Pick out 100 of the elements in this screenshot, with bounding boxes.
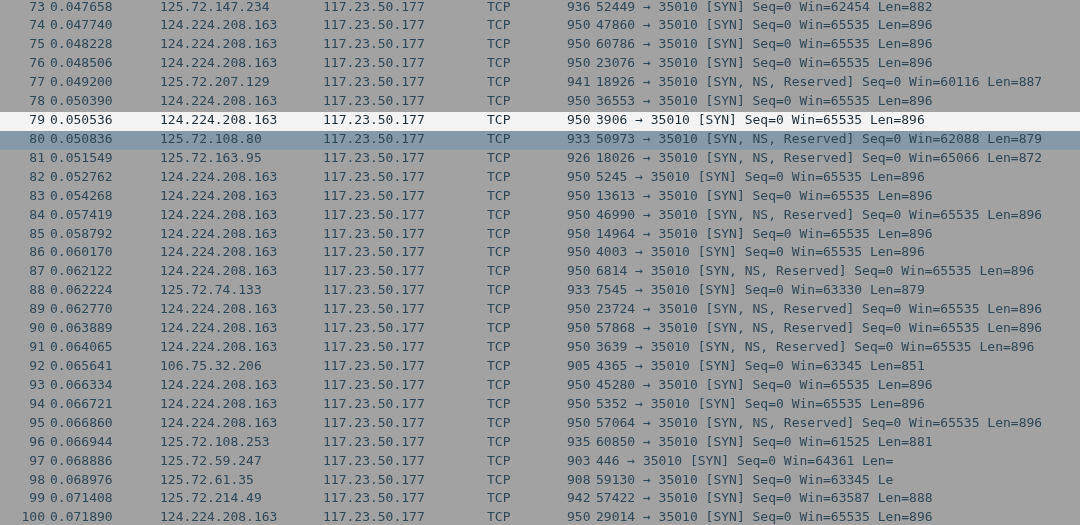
table-cell: 57064 → 35010 [SYN, NS, Reserved] Seq=0 Win=65535 Len=896 <box>596 414 1043 430</box>
table-row[interactable]: 87 0.062122 124.224.208.163 117.23.50.177 TCP 950 6814 → 35010 [SYN, NS, Reserved] Seq=0 Win=65535 Len=896 <box>0 263 1080 283</box>
table-cell: 125.72.59.247 <box>160 452 262 468</box>
table-cell: TCP <box>487 509 511 525</box>
table-cell: TCP <box>487 376 511 392</box>
table-cell: 0.068886 <box>50 452 113 468</box>
table-cell: 124.224.208.163 <box>160 509 278 525</box>
table-cell: 117.23.50.177 <box>323 244 425 260</box>
table-row[interactable]: 93 0.066334 124.224.208.163 117.23.50.177 TCP 950 45280 → 35010 [SYN] Seq=0 Win=65535 Len=896 <box>0 376 1080 396</box>
table-cell: TCP <box>487 0 511 14</box>
table-cell: TCP <box>487 490 511 506</box>
table-cell: 926 <box>567 149 591 165</box>
table-cell: 52449 → 35010 [SYN] Seq=0 Win=62454 Len=882 <box>596 0 933 14</box>
table-cell: 23076 → 35010 [SYN] Seq=0 Win=65535 Len=896 <box>596 55 933 71</box>
table-cell: 950 <box>567 93 591 109</box>
table-cell: 0.065641 <box>50 358 113 373</box>
table-cell: 95 <box>29 414 45 430</box>
table-cell: 124.224.208.163 <box>160 206 278 222</box>
table-row[interactable]: 97 0.068886 125.72.59.247 117.23.50.177 TCP 903 446 → 35010 [SYN] Seq=0 Win=64361 Len= <box>0 452 1080 472</box>
table-cell: TCP <box>487 36 511 52</box>
table-cell: 80 <box>29 130 45 146</box>
table-row[interactable]: 82 0.052762 124.224.208.163 117.23.50.177 TCP 950 5245 → 35010 [SYN] Seq=0 Win=65535 Len=896 <box>0 168 1080 188</box>
table-cell: 86 <box>29 244 45 260</box>
table-row[interactable]: 81 0.051549 125.72.163.95 117.23.50.177 TCP 926 18026 → 35010 [SYN, NS, Reserved] Seq=0 Win=65066 Len=872 <box>0 149 1080 169</box>
table-row[interactable]: 85 0.058792 124.224.208.163 117.23.50.177 TCP 950 14964 → 35010 [SYN] Seq=0 Win=65535 Len=896 <box>0 225 1080 245</box>
table-cell: 0.054268 <box>50 187 113 203</box>
table-row[interactable]: 86 0.060170 124.224.208.163 117.23.50.177 TCP 950 4003 → 35010 [SYN] Seq=0 Win=65535 Len=896 <box>0 244 1080 264</box>
table-row[interactable]: 83 0.054268 124.224.208.163 117.23.50.177 TCP 950 13613 → 35010 [SYN] Seq=0 Win=65535 Len=896 <box>0 187 1080 207</box>
table-cell: 79 <box>29 112 45 128</box>
table-cell: 3639 → 35010 [SYN, NS, Reserved] Seq=0 Win=65535 Len=896 <box>596 339 1035 355</box>
table-cell: 14964 → 35010 [SYN] Seq=0 Win=65535 Len=896 <box>596 225 933 241</box>
table-row[interactable]: 88 0.062224 125.72.74.133 117.23.50.177 TCP 933 7545 → 35010 [SYN] Seq=0 Win=63330 Len=879 <box>0 282 1080 302</box>
table-cell: 950 <box>567 376 591 392</box>
table-row[interactable]: 89 0.062770 124.224.208.163 117.23.50.177 TCP 950 23724 → 35010 [SYN, NS, Reserved] Seq=0 Win=65535 Len=896 <box>0 301 1080 321</box>
table-row[interactable]: 75 0.048228 124.224.208.163 117.23.50.177 TCP 950 60786 → 35010 [SYN] Seq=0 Win=65535 Len=896 <box>0 36 1080 56</box>
table-cell: 950 <box>567 395 591 411</box>
table-row[interactable]: 90 0.063889 124.224.208.163 117.23.50.177 TCP 950 57868 → 35010 [SYN, NS, Reserved] Seq=0 Win=65535 Len=896 <box>0 320 1080 340</box>
table-cell: 97 <box>29 452 45 468</box>
table-cell: TCP <box>487 187 511 203</box>
table-cell: TCP <box>487 225 511 241</box>
table-row[interactable]: 78 0.050390 124.224.208.163 117.23.50.177 TCP 950 36553 → 35010 [SYN] Seq=0 Win=65535 Len=896 <box>0 93 1080 113</box>
table-cell: 99 <box>29 490 45 506</box>
table-cell: TCP <box>487 358 511 373</box>
table-cell: 950 <box>567 55 591 71</box>
table-row[interactable]: 95 0.066860 124.224.208.163 117.23.50.177 TCP 950 57064 → 35010 [SYN, NS, Reserved] Seq=0 Win=65535 Len=896 <box>0 414 1080 434</box>
table-row[interactable]: 84 0.057419 124.224.208.163 117.23.50.177 TCP 950 46990 → 35010 [SYN, NS, Reserved] Seq=0 Win=65535 Len=896 <box>0 206 1080 226</box>
table-cell: 125.72.108.80 <box>160 130 262 146</box>
table-row[interactable]: 96 0.066944 125.72.108.253 117.23.50.177 TCP 935 60850 → 35010 [SYN] Seq=0 Win=61525 Len=881 <box>0 433 1080 453</box>
table-row[interactable]: 73 0.047658 125.72.147.234 117.23.50.177 TCP 936 52449 → 35010 [SYN] Seq=0 Win=62454 Len=882 <box>0 0 1080 18</box>
table-cell: 93 <box>29 376 45 392</box>
table-cell: 935 <box>567 433 591 449</box>
table-cell: 125.72.108.253 <box>160 433 270 449</box>
table-row[interactable]: 92 0.065641 106.75.32.206 117.23.50.177 TCP 905 4365 → 35010 [SYN] Seq=0 Win=63345 Len=851 <box>0 358 1080 377</box>
table-cell: 446 → 35010 [SYN] Seq=0 Win=64361 Len= <box>596 452 894 468</box>
table-cell: 3906 → 35010 [SYN] Seq=0 Win=65535 Len=896 <box>596 112 925 128</box>
table-row[interactable]: 98 0.068976 125.72.61.35 117.23.50.177 TCP 908 59130 → 35010 [SYN] Seq=0 Win=63345 Le <box>0 471 1080 491</box>
table-cell: 117.23.50.177 <box>323 301 425 317</box>
table-cell: 124.224.208.163 <box>160 168 278 184</box>
table-cell: 18026 → 35010 [SYN, NS, Reserved] Seq=0 Win=65066 Len=872 <box>596 149 1043 165</box>
table-cell: 908 <box>567 471 591 487</box>
table-cell: TCP <box>487 339 511 355</box>
table-cell: 124.224.208.163 <box>160 112 278 128</box>
table-cell: 0.050836 <box>50 130 113 146</box>
table-cell: 950 <box>567 36 591 52</box>
table-cell: 84 <box>29 206 45 222</box>
table-cell: 0.050390 <box>50 93 113 109</box>
table-cell: TCP <box>487 149 511 165</box>
table-cell: 46990 → 35010 [SYN, NS, Reserved] Seq=0 Win=65535 Len=896 <box>596 206 1043 222</box>
table-cell: 0.062770 <box>50 301 113 317</box>
table-cell: 117.23.50.177 <box>323 358 425 373</box>
table-cell: TCP <box>487 130 511 146</box>
table-row[interactable]: 94 0.066721 124.224.208.163 117.23.50.177 TCP 950 5352 → 35010 [SYN] Seq=0 Win=65535 Len=896 <box>0 395 1080 415</box>
table-cell: 0.062122 <box>50 263 113 279</box>
table-cell: 124.224.208.163 <box>160 93 278 109</box>
table-cell: 950 <box>567 187 591 203</box>
table-cell: 125.72.74.133 <box>160 282 262 298</box>
table-cell: 29014 → 35010 [SYN] Seq=0 Win=65535 Len=896 <box>596 509 933 525</box>
table-cell: TCP <box>487 320 511 336</box>
table-cell: 82 <box>29 168 45 184</box>
table-cell: 950 <box>567 206 591 222</box>
table-row[interactable]: 74 0.047740 124.224.208.163 117.23.50.177 TCP 950 47860 → 35010 [SYN] Seq=0 Win=65535 Len=896 <box>0 17 1080 37</box>
table-row[interactable]: 91 0.064065 124.224.208.163 117.23.50.177 TCP 950 3639 → 35010 [SYN, NS, Reserved] Seq=0 Win=65535 Len=896 <box>0 339 1080 358</box>
table-row[interactable]: 76 0.048506 124.224.208.163 117.23.50.177 TCP 950 23076 → 35010 [SYN] Seq=0 Win=65535 Len=896 <box>0 55 1080 75</box>
table-row[interactable]: 100 0.071890 124.224.208.163 117.23.50.177 TCP 950 29014 → 35010 [SYN] Seq=0 Win=65535 Len=896 <box>0 509 1080 525</box>
table-cell: 950 <box>567 17 591 33</box>
table-cell: 0.050536 <box>50 112 113 128</box>
table-cell: TCP <box>487 206 511 222</box>
table-cell: 74 <box>29 17 45 33</box>
table-cell: TCP <box>487 414 511 430</box>
table-cell: 50973 → 35010 [SYN, NS, Reserved] Seq=0 Win=62088 Len=879 <box>596 130 1043 146</box>
table-cell: 36553 → 35010 [SYN] Seq=0 Win=65535 Len=896 <box>596 93 933 109</box>
table-row[interactable]: 79 0.050536 124.224.208.163 117.23.50.177 TCP 950 3906 → 35010 [SYN] Seq=0 Win=65535 Len=896 <box>0 112 1080 131</box>
table-cell: 950 <box>567 339 591 355</box>
table-row[interactable]: 77 0.049200 125.72.207.129 117.23.50.177 TCP 941 18926 → 35010 [SYN, NS, Reserved] Seq=0 Win=60116 Len=887 <box>0 74 1080 94</box>
table-cell: 106.75.32.206 <box>160 358 262 373</box>
table-cell: 117.23.50.177 <box>323 187 425 203</box>
table-cell: 942 <box>567 490 591 506</box>
table-cell: 125.72.147.234 <box>160 0 270 14</box>
table-cell: 98 <box>29 471 45 487</box>
table-row[interactable]: 99 0.071408 125.72.214.49 117.23.50.177 TCP 942 57422 → 35010 [SYN] Seq=0 Win=63587 Len=888 <box>0 490 1080 510</box>
